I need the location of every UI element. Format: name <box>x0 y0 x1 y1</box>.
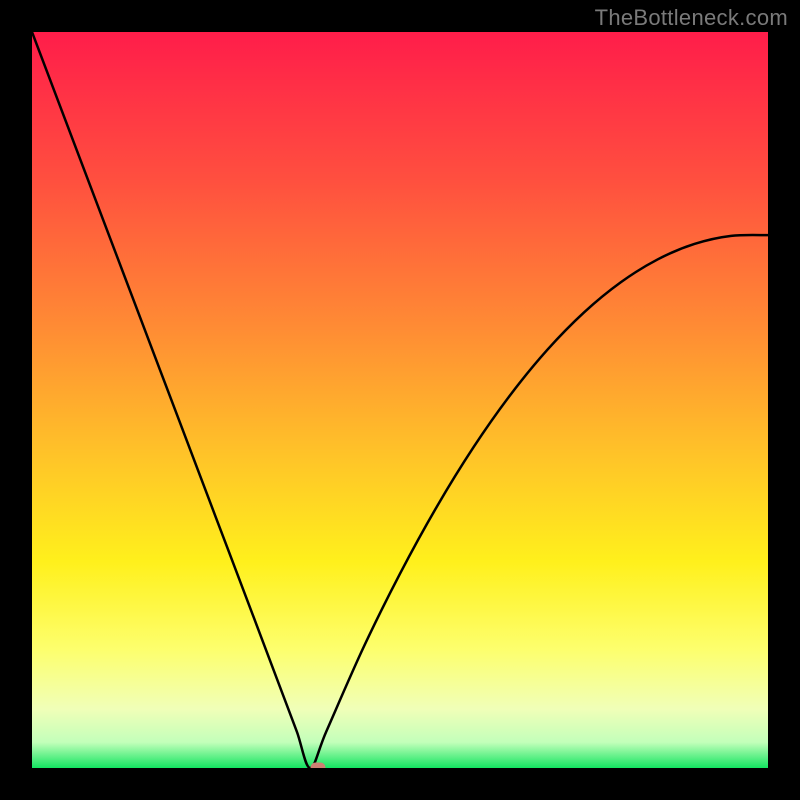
plot-area <box>32 32 768 768</box>
gradient-background <box>32 32 768 768</box>
attribution-text: TheBottleneck.com <box>595 5 788 31</box>
optimal-point-marker <box>310 763 325 769</box>
